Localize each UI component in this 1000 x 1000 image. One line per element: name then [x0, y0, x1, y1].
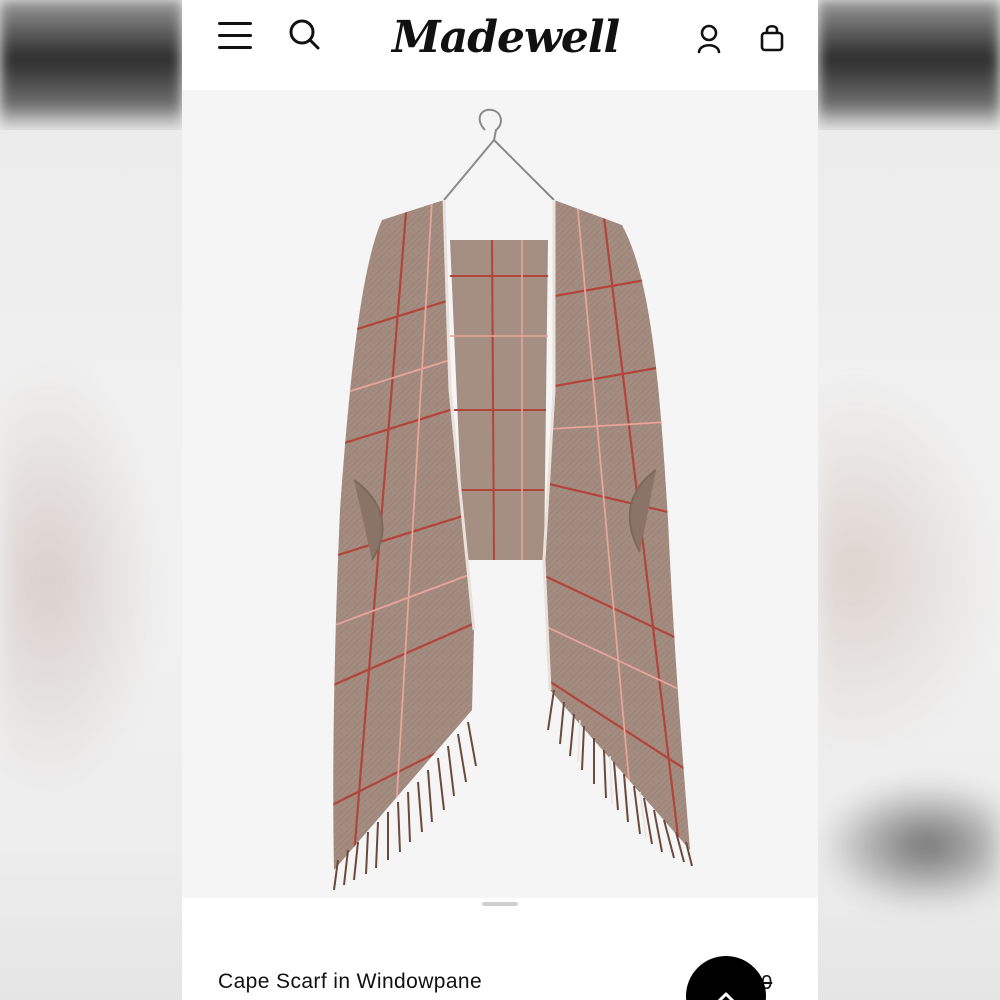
- search-icon: [289, 19, 320, 50]
- product-title[interactable]: Cape Scarf in Windowpane: [218, 970, 482, 1000]
- search-button[interactable]: [288, 18, 322, 52]
- hamburger-menu-icon: [218, 46, 252, 49]
- scroll-to-top-button[interactable]: [686, 956, 766, 1000]
- backdrop-blur-shape: [818, 780, 1000, 910]
- backdrop-blur-shape: [0, 360, 160, 800]
- account-button[interactable]: [694, 22, 728, 56]
- backdrop-dark-band: [818, 0, 1000, 130]
- hamburger-menu-icon: [218, 22, 252, 25]
- background-blur-right: [818, 0, 1000, 1000]
- shopping-bag-button[interactable]: [756, 22, 790, 56]
- scarf-back-panel: [450, 240, 548, 560]
- menu-button[interactable]: [216, 18, 254, 52]
- backdrop-dark-band: [0, 0, 182, 130]
- product-image[interactable]: [182, 90, 818, 898]
- scarf-illustration: [333, 108, 693, 891]
- site-header: Madewell: [182, 0, 818, 90]
- shopping-bag-icon: [760, 24, 784, 52]
- user-icon: [697, 24, 721, 54]
- hanger: [443, 108, 555, 201]
- carousel-indicator[interactable]: [482, 902, 518, 906]
- background-blur-left: [0, 0, 182, 1000]
- chevron-up-icon: [717, 992, 735, 1000]
- phone-screen: Madewell Cape Scarf in Windowpane: [182, 0, 818, 1000]
- backdrop-blur-shape: [818, 380, 1000, 760]
- hamburger-menu-icon: [218, 34, 252, 37]
- brand-logo[interactable]: Madewell: [392, 8, 620, 68]
